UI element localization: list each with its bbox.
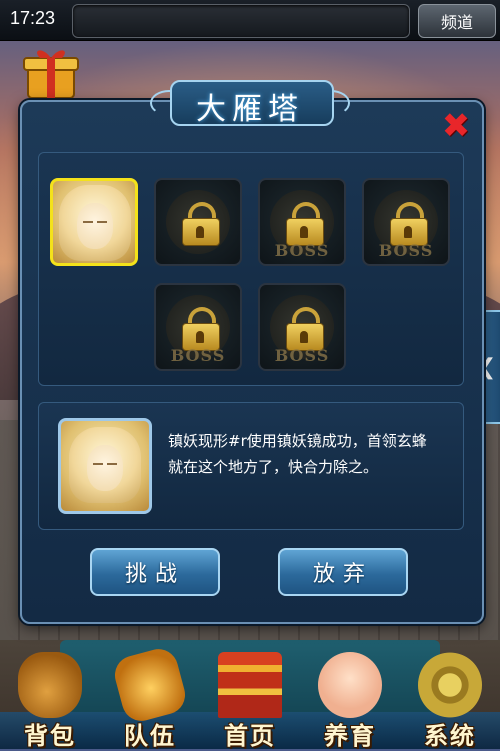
description-line-1: 镇妖现形#r使用镇妖镜成功，首领玄蜂 — [168, 432, 427, 450]
nav-raise[interactable]: 养育 — [300, 646, 400, 750]
hero-portrait-icon — [53, 181, 135, 263]
top-bar: 17:23 频道 — [0, 0, 500, 41]
stage-tile-6[interactable]: BOSS — [258, 283, 346, 371]
nav-team[interactable]: 队伍 — [100, 644, 200, 750]
boss-label: BOSS — [170, 346, 226, 365]
bag-icon — [18, 652, 82, 718]
bottom-nav: 背包 队伍 首页 养育 系统 — [0, 644, 500, 750]
nav-home[interactable]: 首页 — [200, 646, 300, 750]
boss-portrait — [58, 418, 152, 514]
stage-tile-4[interactable]: BOSS — [362, 178, 450, 266]
dialog-title-plate: 大雁塔 — [150, 74, 350, 134]
stage-tile-2[interactable] — [154, 178, 242, 266]
nav-label: 队伍 — [124, 721, 176, 750]
padlock-icon — [390, 202, 428, 246]
stage-tile-1[interactable] — [50, 178, 138, 266]
boss-label: BOSS — [274, 346, 330, 365]
nav-system[interactable]: 系统 — [400, 646, 500, 750]
description-line-2: 就在这个地方了，快合力除之。 — [168, 458, 379, 476]
stage-tile-5[interactable]: BOSS — [154, 283, 242, 371]
team-icon — [110, 644, 190, 726]
nav-label: 养育 — [324, 721, 376, 750]
nav-label: 背包 — [24, 721, 76, 750]
padlock-icon — [182, 307, 220, 351]
channel-button[interactable]: 频道 — [418, 4, 496, 38]
close-icon[interactable]: ✖ — [438, 106, 474, 146]
boss-label: BOSS — [378, 241, 434, 260]
home-pagoda-icon — [218, 652, 282, 718]
chat-input[interactable] — [72, 4, 410, 38]
clock: 17:23 — [10, 8, 56, 28]
challenge-button[interactable]: 挑战 — [90, 548, 220, 596]
nav-label: 系统 — [424, 721, 476, 750]
abandon-button[interactable]: 放弃 — [278, 548, 408, 596]
padlock-icon — [286, 202, 324, 246]
nav-label: 首页 — [224, 721, 276, 750]
nav-bag[interactable]: 背包 — [0, 646, 100, 750]
hero-portrait-icon — [61, 421, 149, 511]
padlock-icon — [286, 307, 324, 351]
padlock-icon — [182, 202, 220, 246]
gear-icon — [418, 652, 482, 718]
stage-description: 镇妖现形#r使用镇妖镜成功，首领玄蜂 就在这个地方了，快合力除之。 — [168, 428, 448, 480]
dialog-title: 大雁塔 — [196, 92, 304, 127]
gift-box-icon[interactable] — [22, 44, 80, 102]
raise-child-icon — [318, 652, 382, 718]
boss-label: BOSS — [274, 241, 330, 260]
stage-tile-3[interactable]: BOSS — [258, 178, 346, 266]
